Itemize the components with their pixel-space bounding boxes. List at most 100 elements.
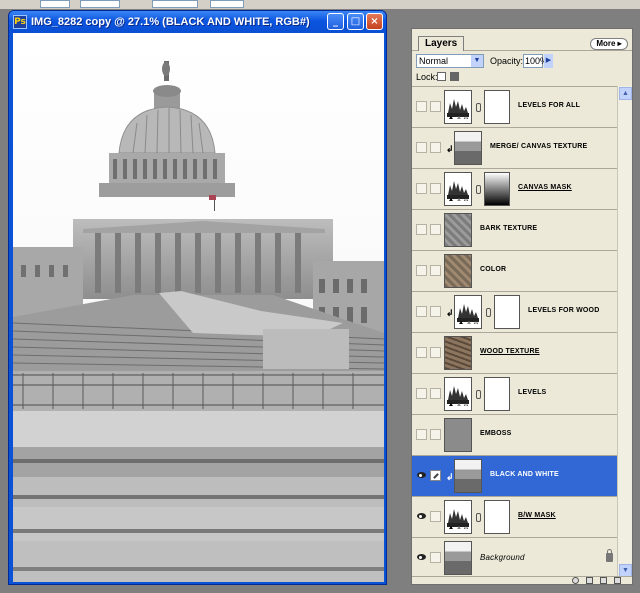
blend-mode-value: Normal xyxy=(419,56,449,66)
link-toggle[interactable] xyxy=(430,183,441,194)
link-toggle[interactable] xyxy=(430,265,441,276)
levels-adjustment-icon xyxy=(454,295,482,329)
layer-row[interactable]: B/W MASK xyxy=(412,497,617,538)
layer-thumbnail xyxy=(444,336,472,370)
layer-row[interactable]: ↲ MERGE/ CANVAS TEXTURE xyxy=(412,128,617,169)
brush-icon[interactable] xyxy=(430,470,441,481)
layer-thumbnail xyxy=(444,418,472,452)
trash-icon[interactable] xyxy=(614,577,621,584)
link-toggle[interactable] xyxy=(430,511,441,522)
layer-name: BARK TEXTURE xyxy=(480,225,538,232)
eye-icon[interactable] xyxy=(416,552,427,563)
layer-name: EMBOSS xyxy=(480,430,512,437)
layer-row[interactable]: ↲ LEVELS FOR WOOD xyxy=(412,292,617,333)
levels-adjustment-icon xyxy=(444,90,472,124)
options-button[interactable] xyxy=(152,0,198,8)
layer-row[interactable]: ↲ BLACK AND WHITE xyxy=(412,456,617,497)
blend-mode-select[interactable]: Normal ▼ xyxy=(416,54,484,68)
link-toggle[interactable] xyxy=(430,347,441,358)
visibility-toggle[interactable] xyxy=(416,388,427,399)
layer-row[interactable]: CANVAS MASK xyxy=(412,169,617,210)
link-toggle[interactable] xyxy=(430,552,441,563)
mask-link-icon[interactable] xyxy=(476,103,481,112)
visibility-toggle[interactable] xyxy=(416,224,427,235)
link-toggle[interactable] xyxy=(430,142,441,153)
options-bar xyxy=(0,0,640,10)
capitol-photo xyxy=(13,33,384,582)
close-button[interactable]: × xyxy=(366,13,383,30)
mask-link-icon[interactable] xyxy=(476,513,481,522)
visibility-toggle[interactable] xyxy=(416,347,427,358)
eye-icon[interactable] xyxy=(416,511,427,522)
layer-name: CANVAS MASK xyxy=(518,184,572,191)
maximize-button[interactable]: □ xyxy=(347,13,364,30)
levels-adjustment-icon xyxy=(444,500,472,534)
more-button[interactable]: More ▸ xyxy=(590,38,628,50)
layer-mask-thumbnail[interactable] xyxy=(484,90,510,124)
image-canvas[interactable] xyxy=(13,33,384,582)
layer-mask-thumbnail[interactable] xyxy=(484,377,510,411)
layers-footer xyxy=(412,576,632,584)
layer-row[interactable]: LEVELS xyxy=(412,374,617,415)
layer-name: COLOR xyxy=(480,266,507,273)
adjustment-layer-icon[interactable] xyxy=(572,577,579,584)
lock-label: Lock: xyxy=(416,72,438,82)
visibility-toggle[interactable] xyxy=(416,101,427,112)
layer-row[interactable]: WOOD TEXTURE xyxy=(412,333,617,374)
document-titlebar[interactable]: Ps IMG_8282 copy @ 27.1% (BLACK AND WHIT… xyxy=(9,11,386,33)
link-toggle[interactable] xyxy=(430,388,441,399)
levels-adjustment-icon xyxy=(444,172,472,206)
visibility-toggle[interactable] xyxy=(416,429,427,440)
layer-thumbnail xyxy=(454,131,482,165)
new-layer-icon[interactable] xyxy=(600,577,607,584)
clipping-arrow-icon: ↲ xyxy=(446,144,454,154)
layer-mask-thumbnail[interactable] xyxy=(494,295,520,329)
options-field[interactable] xyxy=(40,0,70,8)
link-toggle[interactable] xyxy=(430,429,441,440)
layer-row[interactable]: EMBOSS xyxy=(412,415,617,456)
layer-row[interactable]: BARK TEXTURE xyxy=(412,210,617,251)
link-toggle[interactable] xyxy=(430,101,441,112)
visibility-toggle[interactable] xyxy=(416,142,427,153)
document-title: IMG_8282 copy @ 27.1% (BLACK AND WHITE, … xyxy=(31,16,310,28)
link-toggle[interactable] xyxy=(430,306,441,317)
opacity-field[interactable]: 100% xyxy=(523,54,548,68)
opacity-slider-arrow-icon[interactable]: ▶ xyxy=(544,54,553,68)
mask-link-icon[interactable] xyxy=(486,308,491,317)
layers-list: LEVELS FOR ALL ↲ MERGE/ CANVAS TEXTURE CANV… xyxy=(412,86,617,579)
tab-layers[interactable]: Layers xyxy=(418,36,465,51)
new-group-icon[interactable] xyxy=(586,577,593,584)
options-button[interactable] xyxy=(210,0,244,8)
layer-name: B/W MASK xyxy=(518,512,556,519)
eye-icon[interactable] xyxy=(416,470,427,481)
layer-name: WOOD TEXTURE xyxy=(480,348,540,355)
layers-panel: Layers More ▸ Normal ▼ Opacity: 100% ▶ L… xyxy=(411,28,633,585)
layer-row[interactable]: COLOR xyxy=(412,251,617,292)
layer-row[interactable]: LEVELS FOR ALL xyxy=(412,87,617,128)
layer-name: LEVELS xyxy=(518,389,547,396)
layer-name: MERGE/ CANVAS TEXTURE xyxy=(490,143,588,150)
layer-mask-thumbnail[interactable] xyxy=(484,500,510,534)
photoshop-doc-icon: Ps xyxy=(13,15,27,29)
document-window: Ps IMG_8282 copy @ 27.1% (BLACK AND WHIT… xyxy=(8,10,387,585)
layer-row[interactable]: Background xyxy=(412,538,617,579)
visibility-toggle[interactable] xyxy=(416,265,427,276)
layer-mask-thumbnail[interactable] xyxy=(484,172,510,206)
options-field[interactable] xyxy=(80,0,120,8)
link-toggle[interactable] xyxy=(430,224,441,235)
layer-name: LEVELS FOR WOOD xyxy=(528,307,600,314)
layer-name: BLACK AND WHITE xyxy=(490,471,559,478)
opacity-label: Opacity: xyxy=(490,56,524,66)
layers-panel-header: Layers More ▸ xyxy=(412,29,632,51)
lock-all-icon[interactable] xyxy=(450,72,459,81)
layer-thumbnail xyxy=(444,254,472,288)
mask-link-icon[interactable] xyxy=(476,390,481,399)
minimize-button[interactable]: _ xyxy=(327,13,344,30)
layer-name: Background xyxy=(480,553,525,562)
visibility-toggle[interactable] xyxy=(416,306,427,317)
lock-transparency-checkbox[interactable] xyxy=(437,72,446,81)
mask-link-icon[interactable] xyxy=(476,185,481,194)
layers-scrollbar[interactable]: ▲ ▼ xyxy=(617,86,632,578)
visibility-toggle[interactable] xyxy=(416,183,427,194)
scroll-up-icon[interactable]: ▲ xyxy=(619,87,632,100)
